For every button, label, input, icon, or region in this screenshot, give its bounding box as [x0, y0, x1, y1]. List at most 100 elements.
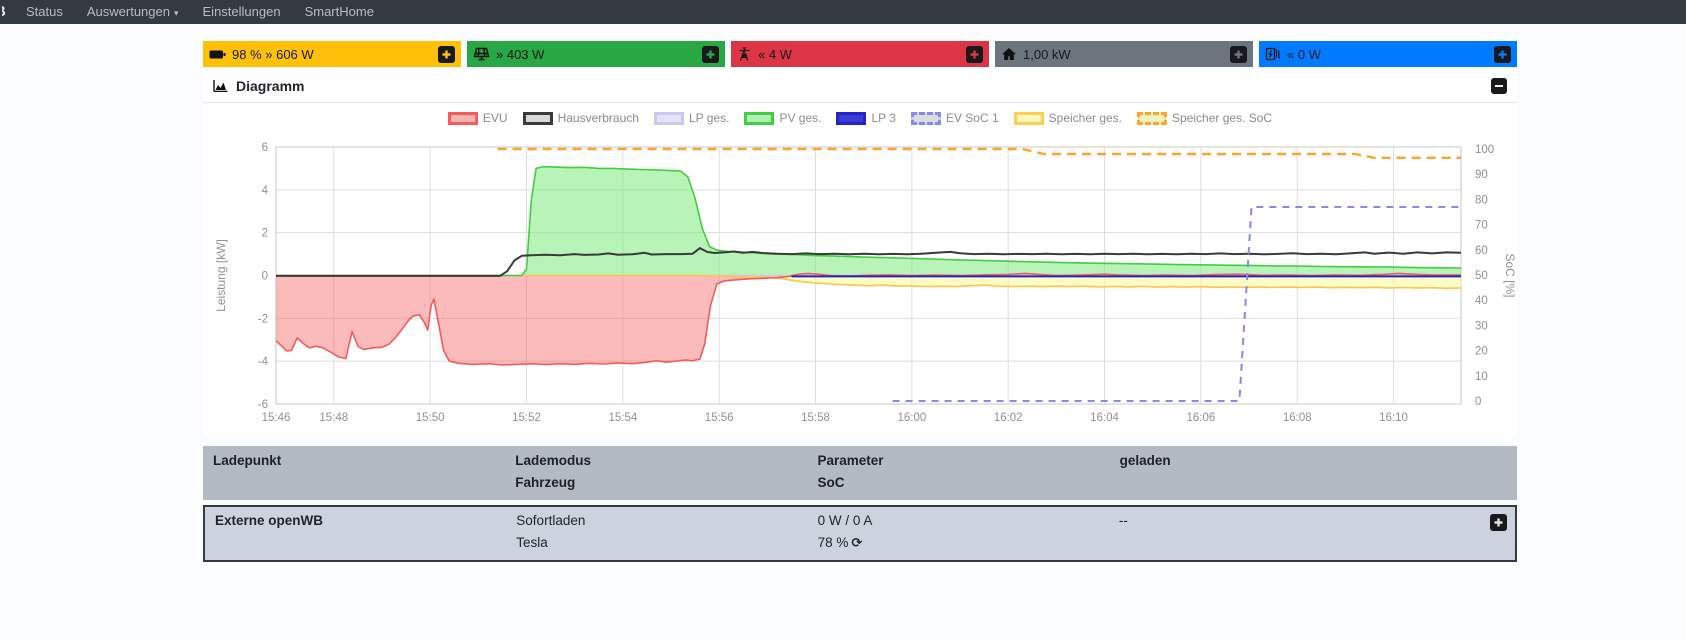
- chargemode-vehicle-cell: Sofortladen Tesla: [506, 510, 807, 555]
- svg-text:0: 0: [262, 271, 268, 283]
- legend-item[interactable]: PV ges.: [744, 111, 821, 125]
- add-button[interactable]: [966, 45, 983, 63]
- svg-text:16:00: 16:00: [897, 412, 926, 424]
- legend-item[interactable]: EV SoC 1: [910, 111, 999, 125]
- chargepoint-name: Externe openWB: [215, 513, 324, 528]
- legend-swatch-icon: [744, 111, 775, 125]
- badge-battery[interactable]: 98 % » 606 W: [203, 41, 461, 67]
- status-badge-row: 98 % » 606 W » 403 W « 4 W 1,00 kW « 0 W: [203, 41, 1517, 67]
- power-tower-icon: [737, 47, 752, 61]
- badge-pv[interactable]: » 403 W: [467, 41, 725, 67]
- svg-text:100: 100: [1475, 144, 1494, 156]
- legend-swatch-icon: [836, 111, 867, 125]
- badge-house-label: 1,00 kW: [1023, 46, 1071, 62]
- legend-item[interactable]: Speicher ges. SoC: [1137, 111, 1272, 125]
- expand-row-button[interactable]: [1490, 514, 1507, 531]
- house-icon: [1001, 47, 1017, 61]
- badge-battery-label: 98 % » 606 W: [232, 46, 314, 62]
- svg-text:SoC [%]: SoC [%]: [1503, 253, 1517, 297]
- svg-text:10: 10: [1475, 371, 1488, 383]
- page: B Status Auswertungen▾ Einstellungen Sma…: [0, 0, 1686, 641]
- svg-text:0: 0: [1475, 396, 1481, 408]
- nav-item-auswertungen[interactable]: Auswertungen ▾: [75, 0, 191, 25]
- svg-text:4: 4: [262, 185, 269, 197]
- nav-item-status[interactable]: Status: [14, 0, 75, 24]
- diagram-chart[interactable]: 6420-2-4-6100908070605040302010015:46 15:…: [203, 133, 1517, 431]
- charging-station-icon: [1265, 47, 1281, 61]
- soc-value: 78 %: [817, 535, 849, 550]
- collapse-button[interactable]: [1491, 77, 1507, 94]
- col-header-ladepunkt: Ladepunkt: [213, 453, 282, 468]
- nav-item-smarthome[interactable]: SmartHome: [293, 0, 386, 24]
- svg-text:16:08: 16:08: [1283, 412, 1312, 424]
- parameter-value: 0 W / 0 A: [817, 513, 873, 528]
- vehicle-value: Tesla: [516, 535, 548, 550]
- add-button[interactable]: [1230, 45, 1247, 63]
- legend-item[interactable]: LP 3: [836, 111, 896, 125]
- legend-swatch-icon: [910, 111, 941, 125]
- chargemode-value: Sofortladen: [516, 513, 586, 528]
- refresh-soc-icon[interactable]: ⟳: [851, 536, 862, 551]
- legend-swatch-icon: [522, 111, 553, 125]
- chargepoint-table: Ladepunkt Lademodus Fahrzeug Parameter SoC…: [203, 446, 1517, 562]
- legend-swatch-icon: [447, 111, 478, 125]
- svg-text:30: 30: [1475, 320, 1488, 332]
- legend-swatch-icon: [1013, 111, 1044, 125]
- col-header-geladen: geladen: [1119, 453, 1171, 468]
- col-header-lademodus-fahrzeug: Lademodus Fahrzeug: [515, 453, 591, 490]
- chart-area-icon: [213, 79, 228, 92]
- svg-text:50: 50: [1475, 270, 1488, 282]
- svg-text:70: 70: [1475, 220, 1488, 232]
- chart-legend: EVU Hausverbrauch LP ges. PV ges. LP 3 EV SoC…: [203, 103, 1517, 133]
- add-button[interactable]: [438, 45, 455, 63]
- svg-text:80: 80: [1475, 194, 1488, 206]
- minus-icon: [1495, 84, 1503, 87]
- diagram-title: Diagramm: [236, 77, 305, 94]
- svg-text:20: 20: [1475, 346, 1488, 358]
- svg-text:15:50: 15:50: [416, 412, 445, 424]
- svg-text:15:56: 15:56: [705, 412, 734, 424]
- badge-house[interactable]: 1,00 kW: [995, 41, 1253, 67]
- table-row[interactable]: Externe openWB Sofortladen Tesla 0 W / 0…: [203, 505, 1517, 562]
- badge-pv-label: » 403 W: [496, 46, 545, 62]
- legend-item[interactable]: Speicher ges.: [1013, 111, 1122, 125]
- svg-text:-4: -4: [258, 356, 269, 368]
- solar-panel-icon: [473, 47, 490, 61]
- diagram-card-header: Diagramm: [203, 69, 1517, 103]
- svg-text:16:10: 16:10: [1379, 412, 1408, 424]
- svg-text:2: 2: [262, 228, 268, 240]
- brand-logo-fragment[interactable]: B: [2, 0, 14, 24]
- add-button[interactable]: [702, 45, 719, 63]
- diagram-card: Diagramm EVU Hausverbrauch LP ges. PV ges. L…: [203, 69, 1517, 436]
- svg-text:15:48: 15:48: [319, 412, 348, 424]
- svg-text:40: 40: [1475, 295, 1488, 307]
- chevron-down-icon: ▾: [173, 7, 179, 18]
- parameter-soc-cell: 0 W / 0 A 78 % ⟳: [808, 510, 1109, 555]
- svg-text:15:58: 15:58: [801, 412, 830, 424]
- add-button[interactable]: [1494, 45, 1511, 63]
- svg-text:16:02: 16:02: [994, 412, 1023, 424]
- svg-text:16:06: 16:06: [1186, 412, 1215, 424]
- table-header-row: Ladepunkt Lademodus Fahrzeug Parameter SoC…: [203, 446, 1517, 500]
- svg-text:15:46: 15:46: [262, 412, 291, 424]
- legend-item[interactable]: LP ges.: [653, 111, 729, 125]
- legend-item[interactable]: Hausverbrauch: [522, 111, 639, 125]
- legend-item[interactable]: EVU: [447, 111, 508, 125]
- col-header-parameter-soc: Parameter SoC: [817, 453, 884, 490]
- svg-text:90: 90: [1475, 169, 1488, 181]
- svg-text:60: 60: [1475, 245, 1488, 257]
- nav-item-einstellungen[interactable]: Einstellungen: [191, 0, 293, 24]
- svg-text:Leistung [kW]: Leistung [kW]: [214, 239, 228, 312]
- badge-chargepoint[interactable]: « 0 W: [1259, 41, 1517, 67]
- charged-value: --: [1118, 513, 1128, 528]
- svg-text:6: 6: [262, 142, 268, 154]
- badge-chargepoint-label: « 0 W: [1287, 46, 1321, 62]
- svg-text:-2: -2: [258, 313, 268, 325]
- charged-energy-cell: --: [1109, 510, 1515, 555]
- badge-grid[interactable]: « 4 W: [731, 41, 989, 67]
- navbar: B Status Auswertungen▾ Einstellungen Sma…: [0, 0, 1686, 24]
- svg-text:16:04: 16:04: [1090, 412, 1119, 424]
- svg-text:15:54: 15:54: [608, 412, 637, 424]
- badge-grid-label: « 4 W: [758, 46, 792, 62]
- legend-swatch-icon: [1137, 111, 1168, 125]
